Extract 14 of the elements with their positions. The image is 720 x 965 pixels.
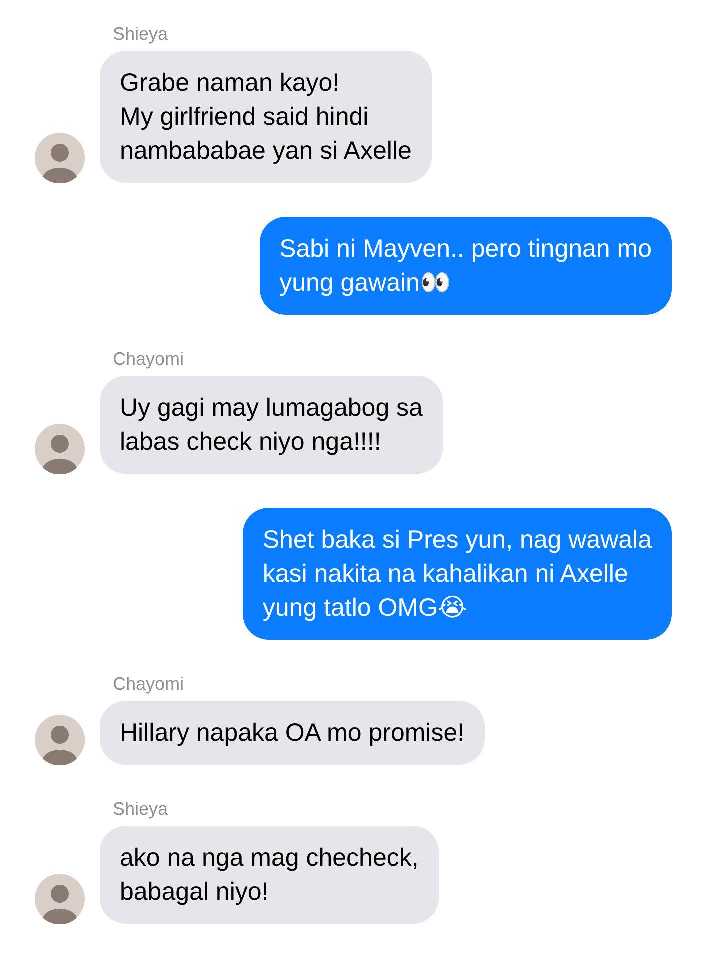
- message-bubble: ako na nga mag checheck, babagal niyo!: [100, 826, 439, 924]
- avatar-icon: [35, 424, 85, 474]
- sender-name: Shieya: [113, 799, 168, 820]
- message-bubble: Shet baka si Pres yun, nag wawala kasi nakita na kahalikan ni Axelle yung tatlo OMG😭: [242, 508, 672, 640]
- avatar-icon: [35, 133, 85, 183]
- sender-name: Chayomi: [113, 674, 184, 695]
- message-bubble: Hillary napaka OA mo promise!: [100, 701, 485, 765]
- sender-name: Chayomi: [113, 349, 184, 370]
- sender-name: Shieya: [113, 24, 168, 45]
- message-bubble: Grabe naman kayo! My girlfriend said hindi nambababae yan si Axelle: [100, 51, 432, 183]
- message-bubble: Uy gagi may lumagabog sa labas check niyo nga!!!!: [100, 376, 443, 474]
- message-bubble: Sabi ni Mayven.. pero tingnan mo yung gawain👀: [260, 217, 672, 315]
- avatar-icon: [35, 715, 85, 765]
- avatar-icon: [35, 874, 85, 924]
